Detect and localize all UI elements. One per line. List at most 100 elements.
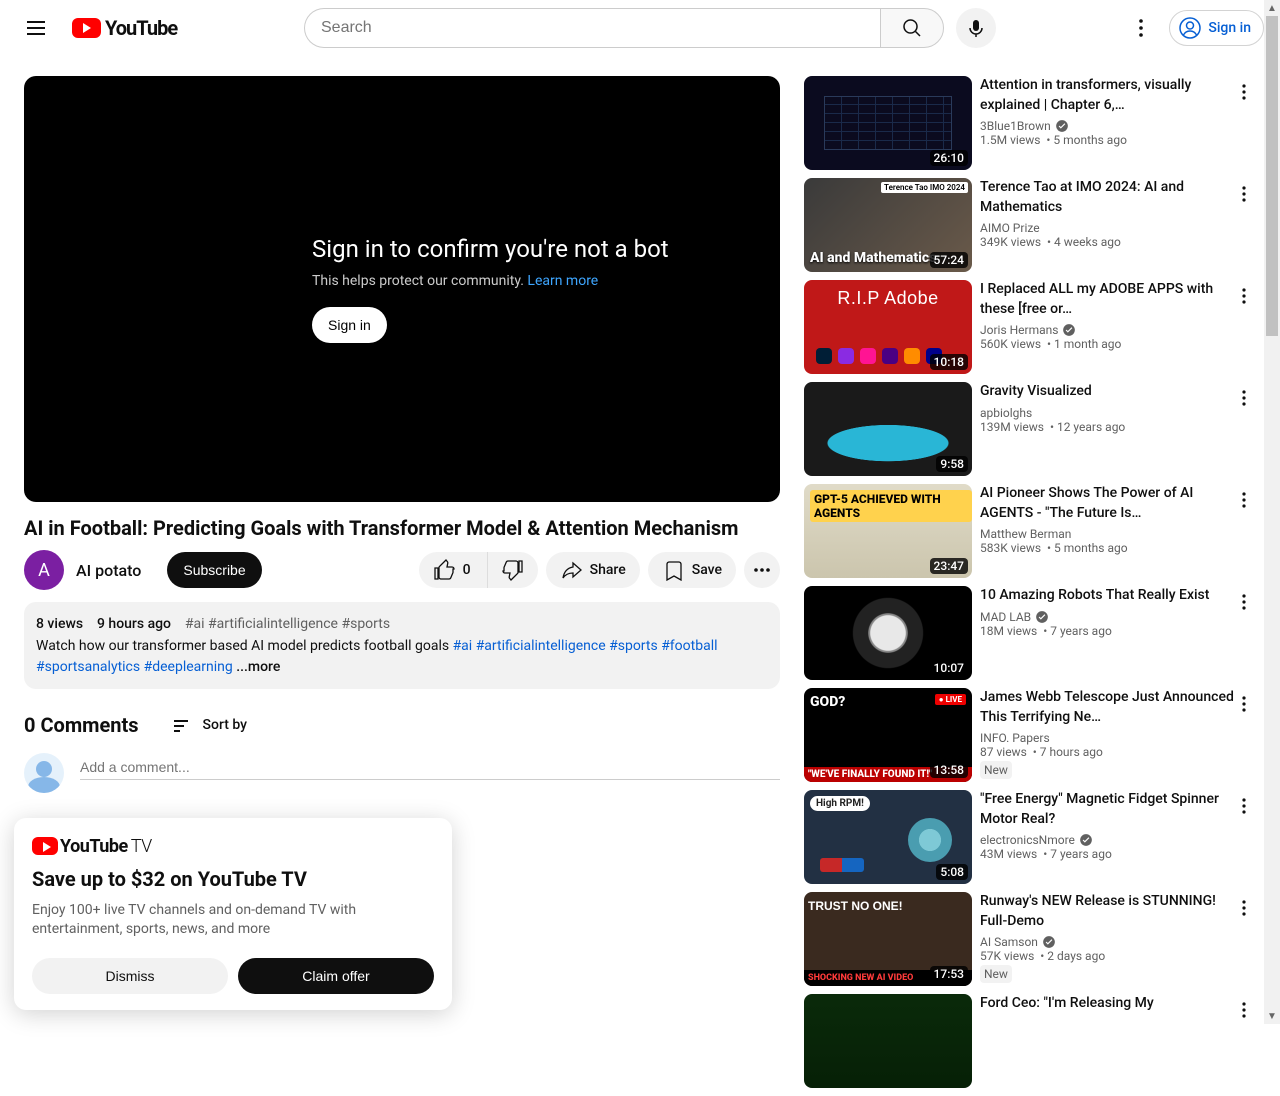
verified-icon — [1079, 833, 1093, 847]
hashtag[interactable]: #artificialintelligence — [208, 616, 338, 632]
recommendation-channel[interactable]: 3Blue1Brown — [980, 119, 1236, 133]
channel-avatar[interactable]: A — [24, 550, 64, 590]
recommendation-more-button[interactable] — [1232, 488, 1256, 512]
header-signin-button[interactable]: Sign in — [1169, 10, 1264, 46]
search-button[interactable] — [880, 8, 944, 48]
video-thumbnail[interactable]: R.I.P Adobe 10:18 — [804, 280, 972, 374]
recommendation-item[interactable]: GOD?● LIVE"WE'VE FINALLY FOUND IT!" 13:5… — [804, 688, 1256, 782]
recommendation-info: Ford Ceo: "I'm Releasing My — [980, 994, 1256, 1088]
recommendation-channel[interactable]: AI Samson — [980, 935, 1236, 949]
recommendation-item[interactable]: R.I.P Adobe 10:18 I Replaced ALL my ADOB… — [804, 280, 1256, 374]
description-box[interactable]: 8 views 9 hours ago #ai #artificialintel… — [24, 602, 780, 689]
scroll-up-arrow[interactable]: ▲ — [1264, 0, 1280, 16]
kebab-icon — [1234, 694, 1254, 714]
promo-claim-button[interactable]: Claim offer — [238, 958, 434, 994]
recommendation-title[interactable]: I Replaced ALL my ADOBE APPS with these … — [980, 280, 1236, 319]
hashtag[interactable]: #sports — [341, 616, 390, 632]
recommendation-title[interactable]: Gravity Visualized — [980, 382, 1236, 402]
recommendation-title[interactable]: Attention in transformers, visually expl… — [980, 76, 1236, 115]
recommendation-item[interactable]: 10:07 10 Amazing Robots That Really Exis… — [804, 586, 1256, 680]
video-duration: 26:10 — [930, 150, 968, 166]
video-thumbnail[interactable]: AI and MathematicsTerence Tao IMO 2024 5… — [804, 178, 972, 272]
recommendation-channel[interactable]: Matthew Berman — [980, 527, 1236, 541]
player-signin-button[interactable]: Sign in — [312, 307, 387, 343]
recommendation-more-button[interactable] — [1232, 80, 1256, 104]
recommendation-more-button[interactable] — [1232, 182, 1256, 206]
recommendation-meta: 87 views • 7 hours ago — [980, 745, 1236, 759]
save-button[interactable]: Save — [648, 552, 736, 588]
header-right: Sign in — [1064, 8, 1264, 48]
guest-avatar — [24, 753, 64, 793]
hashtag[interactable]: #sports — [609, 638, 658, 654]
page-scrollbar[interactable]: ▲ ▼ — [1264, 0, 1280, 1024]
hashtag[interactable]: #sportsanalytics — [36, 659, 140, 675]
video-duration: 57:24 — [930, 252, 968, 268]
recommendation-more-button[interactable] — [1232, 896, 1256, 920]
recommendation-channel[interactable]: Joris Hermans — [980, 323, 1236, 337]
video-thumbnail[interactable]: GPT-5 ACHIEVED WITH AGENTS 23:47 — [804, 484, 972, 578]
promo-dismiss-button[interactable]: Dismiss — [32, 958, 228, 994]
recommendation-meta: 43M views • 7 years ago — [980, 847, 1236, 861]
recommendation-title[interactable]: Ford Ceo: "I'm Releasing My — [980, 994, 1236, 1014]
more-actions-button[interactable] — [744, 552, 780, 588]
recommendation-title[interactable]: 10 Amazing Robots That Really Exist — [980, 586, 1236, 606]
recommendation-item[interactable]: TRUST NO ONE!SHOCKING NEW AI VIDEO 17:53… — [804, 892, 1256, 986]
video-thumbnail[interactable]: 10:07 — [804, 586, 972, 680]
channel-name[interactable]: AI potato — [76, 561, 141, 580]
recommendation-item[interactable]: GPT-5 ACHIEVED WITH AGENTS 23:47 AI Pion… — [804, 484, 1256, 578]
hashtag[interactable]: #ai — [185, 616, 205, 632]
video-thumbnail[interactable]: GOD?● LIVE"WE'VE FINALLY FOUND IT!" 13:5… — [804, 688, 972, 782]
hashtag[interactable]: #ai — [453, 638, 473, 654]
recommendation-channel[interactable]: electronicsNmore — [980, 833, 1236, 847]
recommendation-info: AI Pioneer Shows The Power of AI AGENTS … — [980, 484, 1256, 578]
hashtag[interactable]: #deeplearning — [144, 659, 233, 675]
scroll-thumb[interactable] — [1266, 16, 1278, 336]
share-button[interactable]: Share — [546, 552, 640, 588]
recommendation-more-button[interactable] — [1232, 284, 1256, 308]
recommendation-title[interactable]: "Free Energy" Magnetic Fidget Spinner Mo… — [980, 790, 1236, 829]
recommendation-more-button[interactable] — [1232, 998, 1256, 1022]
player-message: Sign in to confirm you're not a bot This… — [312, 235, 669, 343]
search-input[interactable] — [304, 8, 880, 48]
view-count: 8 views — [36, 616, 83, 632]
recommendation-item[interactable]: 26:10 Attention in transformers, visuall… — [804, 76, 1256, 170]
recommendation-channel[interactable]: MAD LAB — [980, 610, 1236, 624]
show-more[interactable]: ...more — [233, 659, 281, 675]
video-duration: 5:08 — [936, 864, 968, 880]
recommendation-more-button[interactable] — [1232, 386, 1256, 410]
recommendation-channel[interactable]: AIMO Prize — [980, 221, 1236, 235]
video-thumbnail[interactable]: 9:58 — [804, 382, 972, 476]
recommendation-title[interactable]: Terence Tao at IMO 2024: AI and Mathemat… — [980, 178, 1236, 217]
recommendation-item[interactable]: High RPM! 5:08 "Free Energy" Magnetic Fi… — [804, 790, 1256, 884]
app-header: YouTube Sign in — [0, 0, 1280, 56]
kebab-icon — [1234, 796, 1254, 816]
recommendation-title[interactable]: AI Pioneer Shows The Power of AI AGENTS … — [980, 484, 1236, 523]
learn-more-link[interactable]: Learn more — [527, 273, 598, 289]
recommendation-item[interactable]: 9:58 Gravity Visualized apbiolghs 139M v… — [804, 382, 1256, 476]
video-thumbnail[interactable]: 26:10 — [804, 76, 972, 170]
recommendation-item[interactable]: AI and MathematicsTerence Tao IMO 2024 5… — [804, 178, 1256, 272]
sort-button[interactable]: Sort by — [171, 713, 248, 737]
recommendation-title[interactable]: Runway's NEW Release is STUNNING! Full-D… — [980, 892, 1236, 931]
video-thumbnail[interactable] — [804, 994, 972, 1088]
recommendation-more-button[interactable] — [1232, 794, 1256, 818]
menu-button[interactable] — [16, 8, 56, 48]
recommendation-title[interactable]: James Webb Telescope Just Announced This… — [980, 688, 1236, 727]
header-settings-button[interactable] — [1121, 8, 1161, 48]
recommendation-more-button[interactable] — [1232, 692, 1256, 716]
subscribe-button[interactable]: Subscribe — [167, 552, 261, 588]
like-button[interactable]: 0 — [419, 552, 488, 588]
voice-search-button[interactable] — [956, 8, 996, 48]
video-thumbnail[interactable]: High RPM! 5:08 — [804, 790, 972, 884]
hashtag[interactable]: #artificialintelligence — [476, 638, 606, 654]
video-thumbnail[interactable]: TRUST NO ONE!SHOCKING NEW AI VIDEO 17:53 — [804, 892, 972, 986]
recommendation-channel[interactable]: apbiolghs — [980, 406, 1236, 420]
dislike-button[interactable] — [488, 552, 538, 588]
recommendation-channel[interactable]: INFO. Papers — [980, 731, 1236, 745]
youtube-logo[interactable]: YouTube — [72, 16, 177, 40]
comment-input[interactable] — [80, 753, 780, 780]
hashtag[interactable]: #football — [661, 638, 717, 654]
recommendation-item[interactable]: Ford Ceo: "I'm Releasing My — [804, 994, 1256, 1088]
scroll-down-arrow[interactable]: ▼ — [1264, 1008, 1280, 1024]
recommendation-more-button[interactable] — [1232, 590, 1256, 614]
